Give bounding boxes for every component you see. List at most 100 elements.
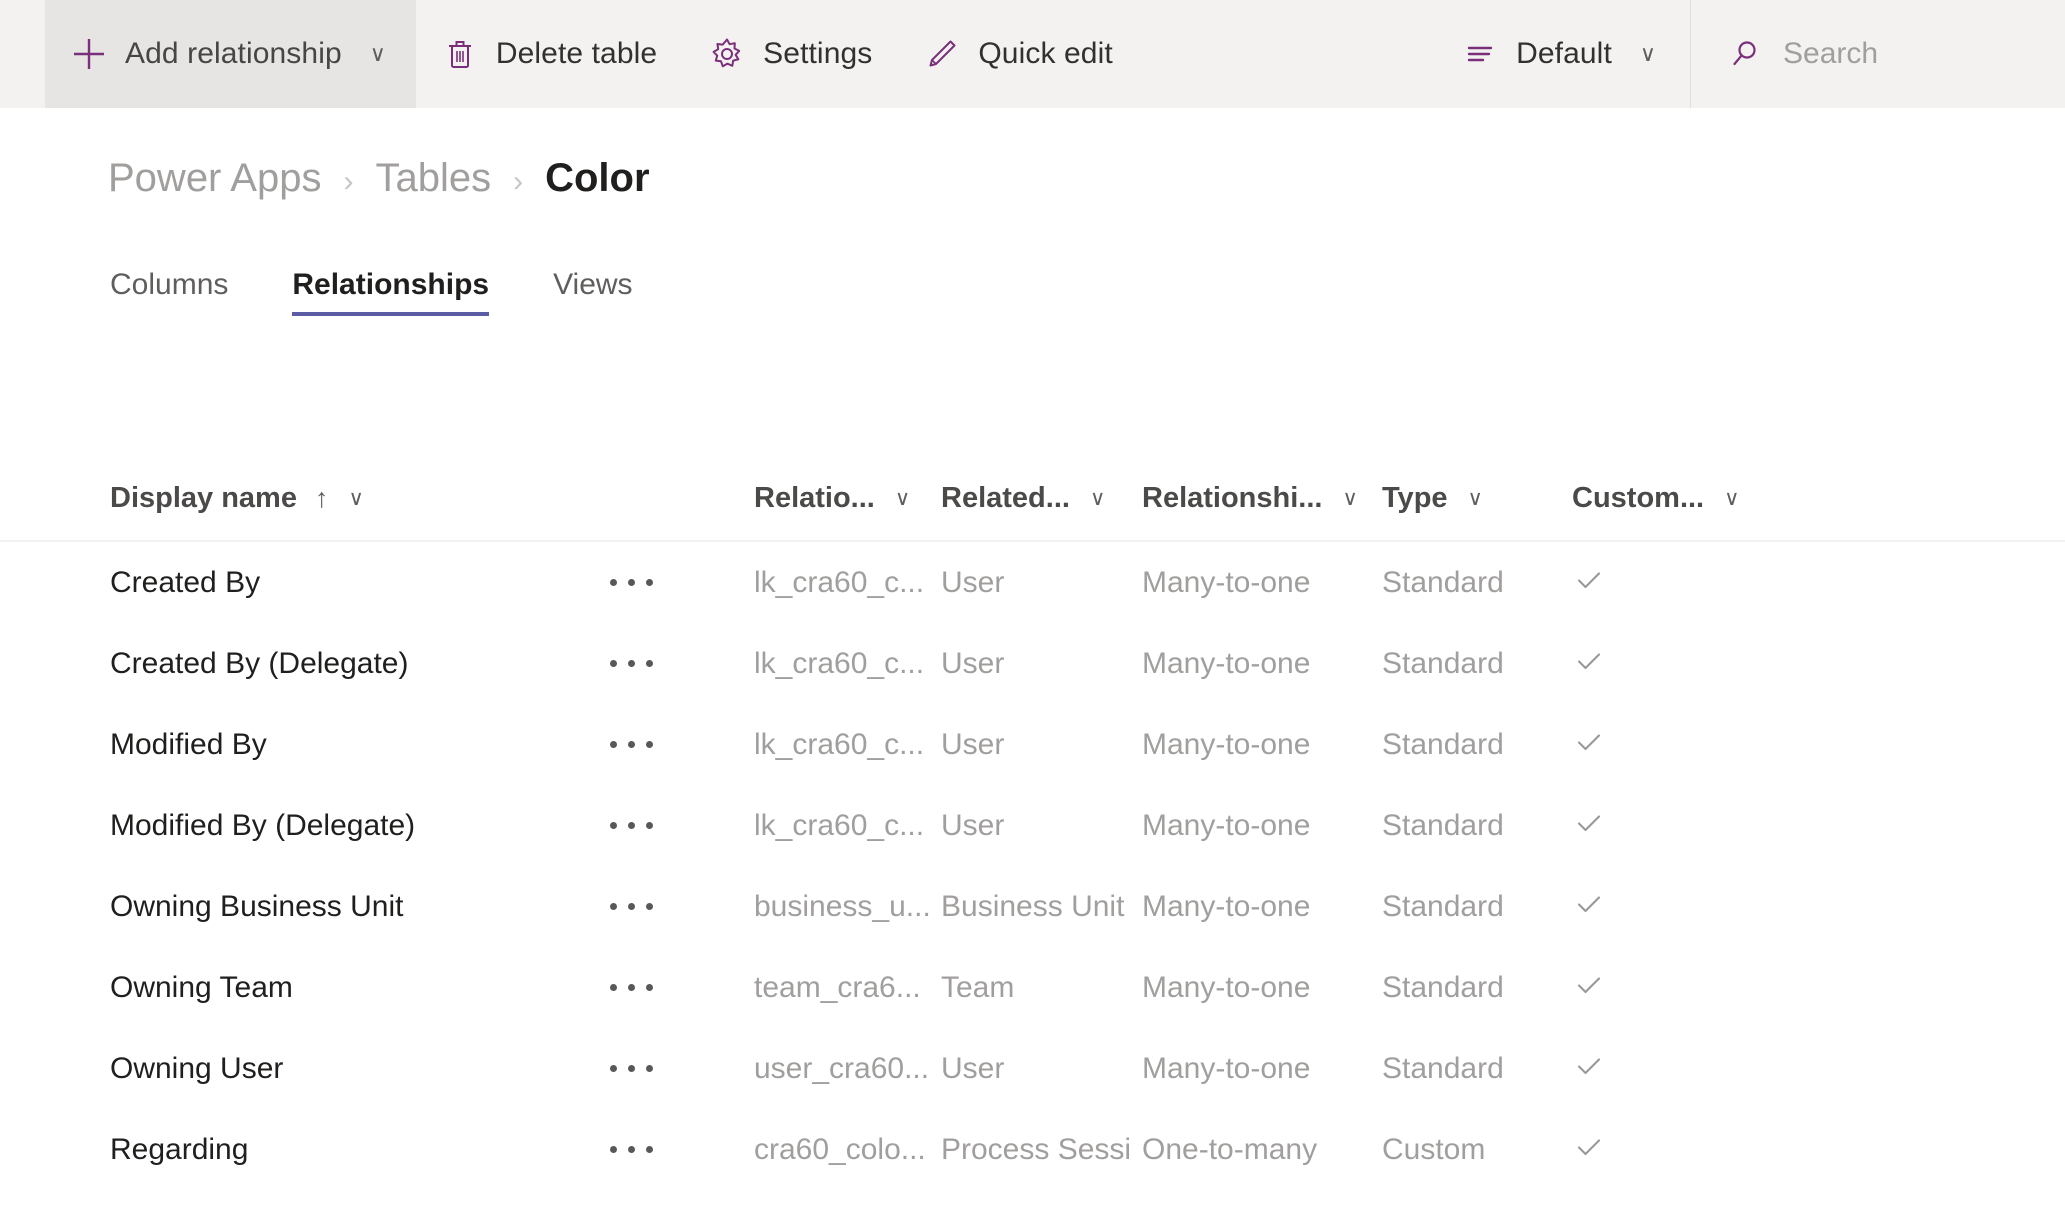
more-options-icon[interactable] [610,579,653,586]
column-header-customizable[interactable]: Custom... ∨ [1572,482,1772,515]
cell-display-name[interactable]: Created By [110,566,610,600]
customizable-check-icon [1572,563,1606,602]
customizable-check-icon [1572,1130,1606,1169]
relationship-display-name: Owning Business Unit [110,889,404,923]
cell-display-name[interactable]: Owning User [110,1052,610,1086]
column-header-label: Type [1382,481,1448,514]
settings-button[interactable]: Settings [683,0,898,108]
more-options-icon[interactable] [610,741,653,748]
relationship-display-name: Owning Team [110,970,293,1004]
chevron-down-icon: ∨ [1724,486,1740,510]
cell-customizable [1572,887,1772,926]
column-header-type[interactable]: Type ∨ [1382,482,1572,515]
table-row[interactable]: Owning Team team_cra6... Team Many-to-one St… [0,947,2065,1028]
customizable-check-icon [1572,968,1606,1007]
relationship-type-value: Many-to-one [1142,565,1311,599]
relationship-display-name: Owning User [110,1051,284,1085]
tab-relationships[interactable]: Relationships [292,268,489,316]
relationship-display-name: Created By [110,565,261,599]
tab-columns[interactable]: Columns [110,268,228,316]
relationship-name-value: team_cra6... [754,970,921,1004]
more-options-icon[interactable] [610,1146,653,1153]
cell-relationship-name: cra60_colo... [754,1133,941,1167]
table-row[interactable]: Regarding cra60_colo... Process Sessi One-t… [0,1109,2065,1190]
row-actions-menu[interactable] [610,579,754,586]
table-row[interactable]: Owning User user_cra60... User Many-to-one S… [0,1028,2065,1109]
type-value: Standard [1382,970,1504,1004]
tab-list: Columns Relationships Views [110,268,633,316]
breadcrumb-item-power-apps[interactable]: Power Apps [108,156,321,201]
column-header-relationship-name[interactable]: Relatio... ∨ [754,482,941,515]
column-header-label: Custom... [1572,481,1705,514]
cell-customizable [1572,1049,1772,1088]
related-table-value: User [941,808,1005,842]
relationship-display-name: Created By (Delegate) [110,646,409,680]
row-actions-menu[interactable] [610,1146,754,1153]
cell-display-name[interactable]: Owning Business Unit [110,890,610,924]
relationship-name-value: user_cra60... [754,1051,930,1085]
relationship-display-name: Regarding [110,1132,249,1166]
row-actions-menu[interactable] [610,903,754,910]
row-actions-menu[interactable] [610,1065,754,1072]
add-relationship-label: Add relationship [125,37,342,70]
column-header-related-table[interactable]: Related... ∨ [941,482,1142,515]
search-input[interactable]: Search [1691,0,2065,108]
column-header-label: Related... [941,481,1070,514]
chevron-down-icon: ∨ [369,41,386,66]
relationship-name-value: cra60_colo... [754,1132,926,1166]
cell-display-name[interactable]: Regarding [110,1133,610,1167]
breadcrumb-item-tables[interactable]: Tables [375,156,491,201]
cell-relationship-name: lk_cra60_c... [754,566,941,600]
view-selector[interactable]: Default ∨ [1436,0,1690,108]
more-options-icon[interactable] [610,1065,653,1072]
cell-relationship-type: Many-to-one [1142,728,1382,762]
relationship-name-value: lk_cra60_c... [754,646,925,680]
more-options-icon[interactable] [610,984,653,991]
row-actions-menu[interactable] [610,741,754,748]
cell-relationship-name: business_u... [754,890,941,924]
column-header-relationship-type[interactable]: Relationshi... ∨ [1142,482,1382,515]
cell-type: Standard [1382,566,1572,600]
relationship-name-value: lk_cra60_c... [754,808,925,842]
related-table-value: Business Unit [941,889,1125,923]
settings-label: Settings [763,37,873,70]
delete-table-button[interactable]: Delete table [416,0,683,108]
cell-type: Standard [1382,809,1572,843]
cell-display-name[interactable]: Created By (Delegate) [110,647,610,681]
type-value: Standard [1382,646,1504,680]
more-options-icon[interactable] [610,903,653,910]
cell-customizable [1572,1130,1772,1169]
cell-customizable [1572,563,1772,602]
cell-display-name[interactable]: Owning Team [110,971,610,1005]
cell-relationship-type: Many-to-one [1142,566,1382,600]
column-header-label: Relatio... [754,481,875,514]
column-header-display-name[interactable]: Display name ↑ ∨ [110,482,610,515]
row-actions-menu[interactable] [610,822,754,829]
command-bar: Add relationship ∨ Delete table Settings [0,0,2065,108]
table-row[interactable]: Created By lk_cra60_c... User Many-to-one St… [0,542,2065,623]
cell-customizable [1572,725,1772,764]
row-actions-menu[interactable] [610,984,754,991]
chevron-down-icon: ∨ [348,486,364,510]
cell-display-name[interactable]: Modified By (Delegate) [110,809,610,843]
more-options-icon[interactable] [610,822,653,829]
related-table-value: User [941,646,1005,680]
chevron-down-icon: ∨ [1639,41,1656,66]
cell-display-name[interactable]: Modified By [110,728,610,762]
cell-relationship-type: One-to-many [1142,1133,1382,1167]
table-row[interactable]: Owning Business Unit business_u... Busines… [0,866,2065,947]
cell-relationship-name: user_cra60... [754,1052,941,1086]
related-table-value: User [941,565,1005,599]
quick-edit-button[interactable]: Quick edit [898,0,1138,108]
more-options-icon[interactable] [610,660,653,667]
row-actions-menu[interactable] [610,660,754,667]
chevron-down-icon: ∨ [1467,486,1483,510]
tab-views[interactable]: Views [553,268,632,316]
related-table-value: Team [941,970,1015,1004]
table-row[interactable]: Created By (Delegate) lk_cra60_c... User Ma… [0,623,2065,704]
relationship-name-value: business_u... [754,889,931,923]
table-row[interactable]: Modified By (Delegate) lk_cra60_c... User M… [0,785,2065,866]
add-relationship-button[interactable]: Add relationship ∨ [45,0,416,108]
table-row[interactable]: Modified By lk_cra60_c... User Many-to-one S… [0,704,2065,785]
relationship-type-value: One-to-many [1142,1132,1318,1166]
